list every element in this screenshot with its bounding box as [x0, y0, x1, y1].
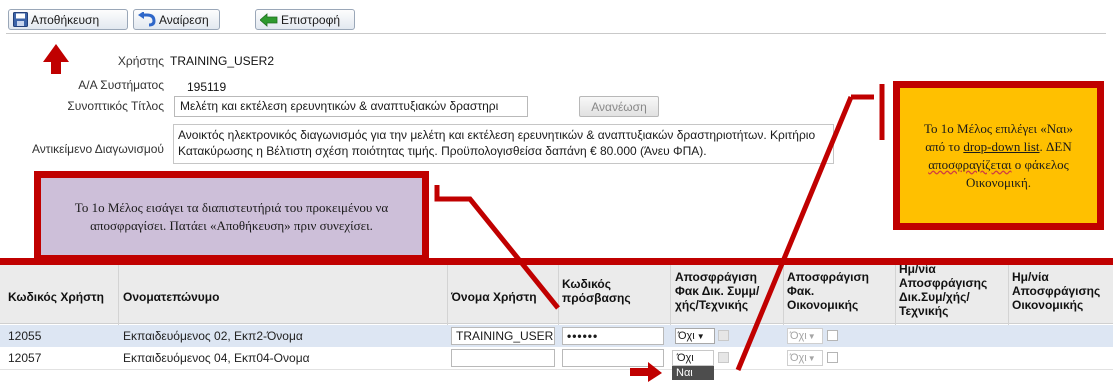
right-arrow-icon [630, 362, 662, 382]
instruction-note-save: Το 1ο Μέλος εισάγει τα διαπιστευτήριά το… [34, 171, 429, 262]
instruction-note-select: Το 1ο Μέλος επιλέγει «Ναι» από το drop-d… [893, 81, 1104, 230]
up-arrow-icon [43, 44, 69, 74]
instruction-note-select-text: Το 1ο Μέλος επιλέγει «Ναι» από το drop-d… [924, 120, 1073, 190]
pointer-line [735, 96, 854, 371]
pointer-line [434, 185, 560, 310]
instruction-note-save-text: Το 1ο Μέλος εισάγει τα διαπιστευτήριά το… [74, 199, 389, 233]
